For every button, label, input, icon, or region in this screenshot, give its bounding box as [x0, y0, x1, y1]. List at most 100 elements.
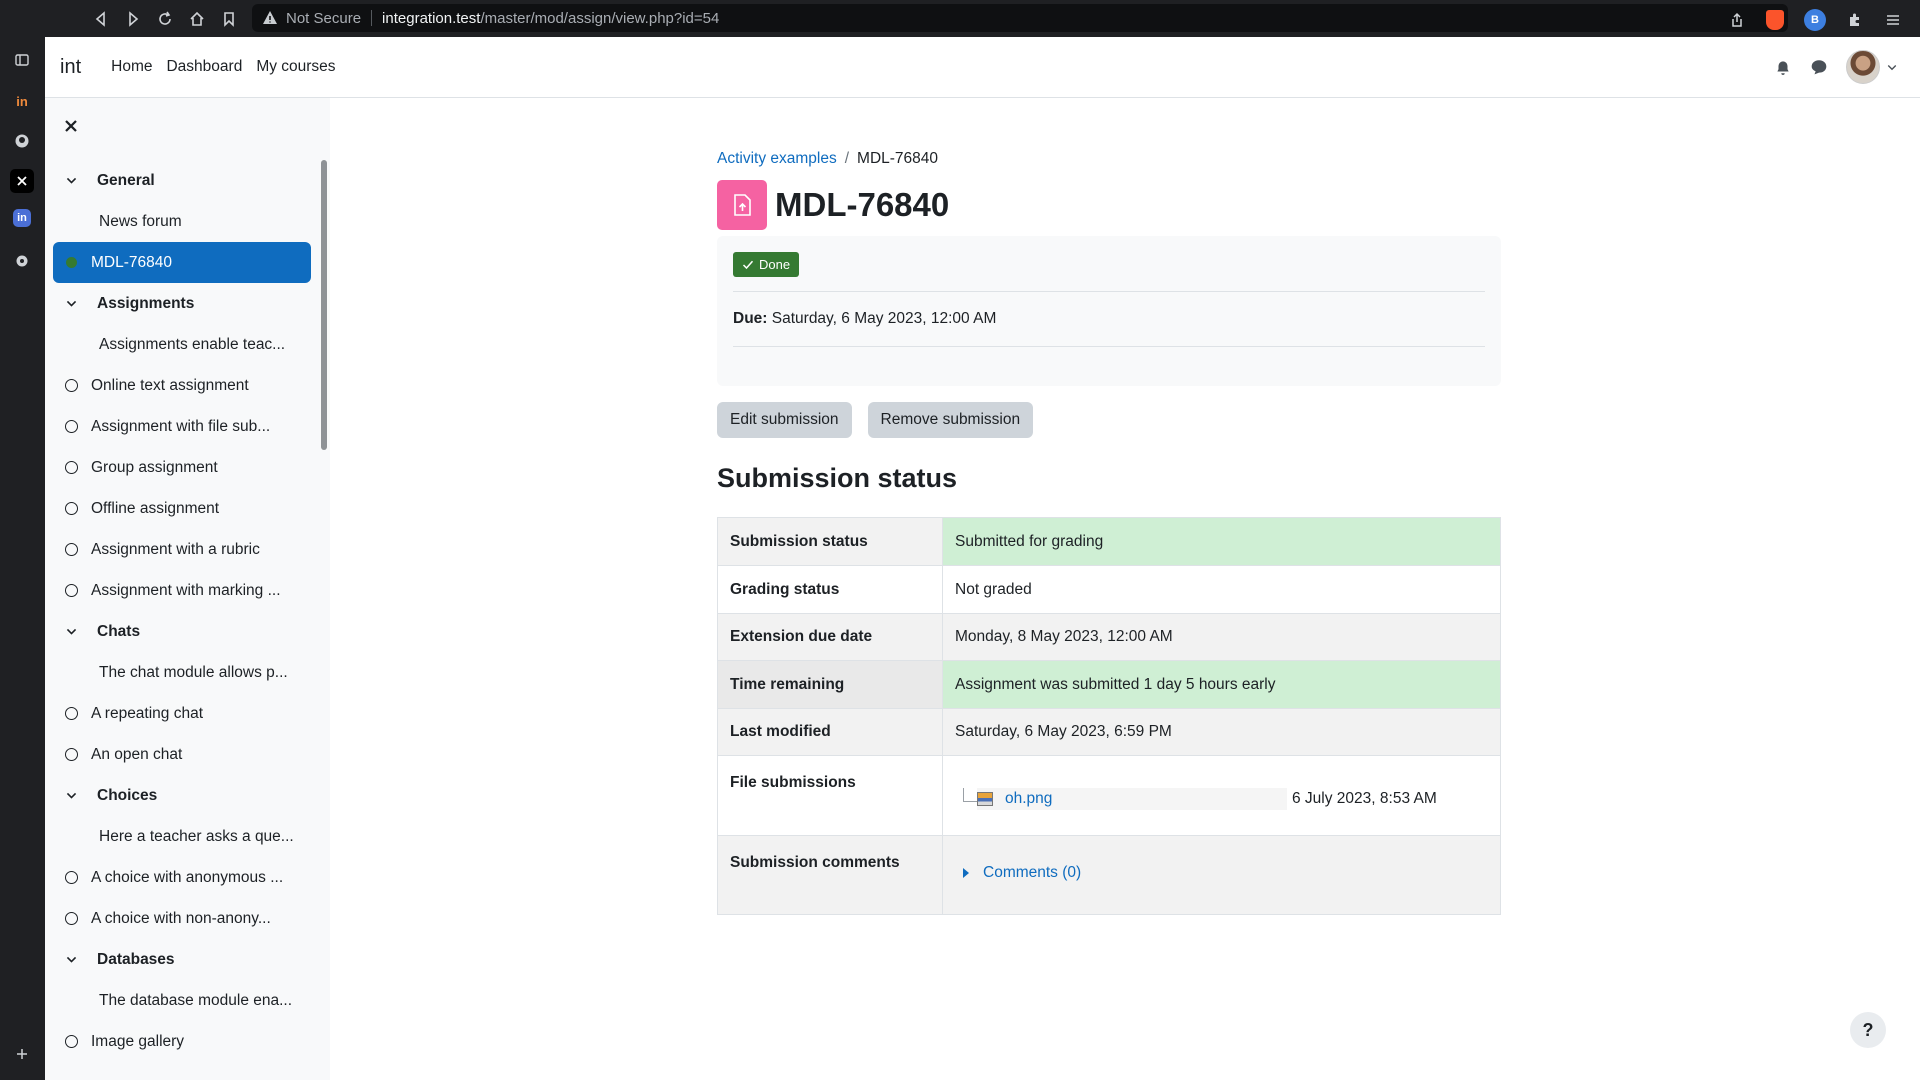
file-link[interactable]: oh.png — [1005, 790, 1052, 808]
due-value: Saturday, 6 May 2023, 12:00 AM — [771, 310, 997, 327]
chevron-down-icon[interactable] — [61, 953, 81, 966]
comments-link[interactable]: Comments (0) — [983, 864, 1081, 882]
course-index-item-label: Choices — [97, 786, 158, 804]
course-index-item[interactable]: A repeating chat — [53, 693, 311, 734]
address-bar[interactable]: Not Secure integration.test/master/mod/a… — [252, 4, 1788, 32]
brave-shield-icon[interactable] — [1766, 10, 1784, 30]
course-index-item[interactable]: Image gallery — [53, 1021, 311, 1062]
extension-badge-icon[interactable]: B — [1804, 9, 1826, 31]
grading-status-value: Not graded — [942, 565, 1501, 614]
menu-icon[interactable] — [1884, 11, 1902, 29]
course-index-item[interactable]: Assignment with file sub... — [53, 406, 311, 447]
url-separator — [371, 10, 373, 26]
course-index-item[interactable]: Assignment with marking ... — [53, 570, 311, 611]
main-content: Activity examples / MDL-76840 MDL-76840 … — [717, 150, 1501, 915]
home-icon[interactable] — [188, 10, 206, 28]
course-index-item[interactable]: Offline assignment — [53, 488, 311, 529]
sidebar-toggle-icon[interactable] — [10, 48, 34, 72]
course-index-item-label: Chats — [97, 622, 141, 640]
course-index-item-label: Offline assignment — [91, 499, 220, 517]
course-index-item[interactable]: A choice with non-anony... — [53, 898, 311, 939]
course-index-item-label: Online text assignment — [91, 376, 249, 394]
add-icon[interactable] — [10, 1042, 34, 1066]
messages-icon[interactable] — [1810, 58, 1828, 76]
app-in-blue-icon[interactable]: in — [13, 209, 31, 227]
breadcrumb-parent-link[interactable]: Activity examples — [717, 150, 837, 170]
file-date: 6 July 2023, 8:53 AM — [1292, 790, 1437, 807]
file-tree-connector — [963, 788, 977, 802]
due-date: Due: Saturday, 6 May 2023, 12:00 AM — [733, 310, 1485, 328]
settings-icon[interactable] — [10, 249, 34, 273]
app-in-orange-icon[interactable]: in — [10, 89, 34, 113]
image-file-icon — [977, 792, 993, 806]
course-index-item[interactable]: An open chat — [53, 734, 311, 775]
chevron-down-icon[interactable] — [61, 789, 81, 802]
course-index-item[interactable]: Here a teacher asks a que... — [53, 816, 311, 857]
course-index-section[interactable]: General — [53, 160, 311, 201]
course-index-item-label: A repeating chat — [91, 704, 204, 722]
course-index-item-label: Assignments enable teac... — [99, 335, 286, 353]
row-label: Grading status — [717, 565, 943, 614]
row-label: Extension due date — [717, 613, 943, 661]
course-index-item[interactable]: The chat module allows p... — [53, 652, 311, 693]
app-rail: in in — [0, 37, 45, 1080]
course-index-drawer: General News forum MDL-76840 Assignments Ass… — [45, 98, 330, 1080]
site-brand[interactable]: int — [60, 56, 81, 79]
help-button[interactable]: ? — [1850, 1012, 1886, 1048]
course-index-item[interactable]: News forum — [53, 201, 311, 242]
course-index-item-active[interactable]: MDL-76840 — [53, 242, 311, 283]
nav-link-home[interactable]: Home — [111, 58, 152, 76]
chevron-down-icon[interactable] — [1886, 61, 1898, 73]
activity-information: Done Due: Saturday, 6 May 2023, 12:00 AM — [717, 236, 1501, 386]
assignment-icon — [717, 180, 767, 230]
bookmark-icon[interactable] — [220, 10, 238, 28]
chevron-down-icon[interactable] — [61, 625, 81, 638]
drawer-scrollbar[interactable] — [321, 160, 327, 450]
course-index-item-label: Assignment with marking ... — [91, 581, 281, 599]
course-index-item-label: Image gallery — [91, 1032, 185, 1050]
security-label: Not Secure — [286, 9, 362, 27]
url-host: integration.test — [382, 9, 481, 27]
forward-icon[interactable] — [124, 10, 142, 28]
submission-status-heading: Submission status — [717, 463, 958, 493]
completion-circle-icon — [65, 871, 78, 884]
remove-submission-button[interactable]: Remove submission — [867, 402, 1034, 438]
user-avatar[interactable] — [1846, 50, 1880, 84]
edit-submission-button[interactable]: Edit submission — [717, 402, 852, 438]
notifications-bell-icon[interactable] — [1774, 58, 1792, 76]
course-index-item[interactable]: The database module ena... — [53, 980, 311, 1021]
course-index-item-label: Group assignment — [91, 458, 218, 476]
extension-due-date-value: Monday, 8 May 2023, 12:00 AM — [942, 613, 1501, 661]
course-index-section[interactable]: Databases — [53, 939, 311, 980]
reload-icon[interactable] — [156, 10, 174, 28]
course-index-section[interactable]: Chats — [53, 611, 311, 652]
completion-circle-icon — [65, 748, 78, 761]
course-index-item[interactable]: Group assignment — [53, 447, 311, 488]
close-drawer-icon[interactable] — [61, 116, 81, 136]
github-icon[interactable] — [10, 129, 34, 153]
breadcrumb-separator: / — [844, 150, 850, 167]
course-index-item[interactable]: Online text assignment — [53, 365, 311, 406]
comments-toggle[interactable]: Comments (0) — [961, 864, 1488, 882]
table-row: Submission comments Comments (0) — [717, 835, 1501, 915]
completion-circle-icon — [65, 502, 78, 515]
table-row: Submission status Submitted for grading — [717, 517, 1501, 566]
nav-link-my-courses[interactable]: My courses — [256, 58, 335, 76]
close-icon[interactable] — [10, 169, 34, 193]
chevron-down-icon[interactable] — [61, 174, 81, 187]
extensions-puzzle-icon[interactable] — [1846, 11, 1864, 29]
completion-circle-icon — [65, 707, 78, 720]
course-index-item[interactable]: Assignments enable teac... — [53, 324, 311, 365]
warning-icon — [263, 11, 277, 24]
submission-status-value: Submitted for grading — [942, 517, 1501, 566]
completion-circle-icon — [65, 543, 78, 556]
course-index-section[interactable]: Choices — [53, 775, 311, 816]
chevron-down-icon[interactable] — [61, 297, 81, 310]
back-icon[interactable] — [92, 10, 110, 28]
course-index-item-label: Assignment with file sub... — [91, 417, 271, 435]
nav-link-dashboard[interactable]: Dashboard — [166, 58, 242, 76]
course-index-item[interactable]: Assignment with a rubric — [53, 529, 311, 570]
course-index-section[interactable]: Assignments — [53, 283, 311, 324]
course-index-item[interactable]: A choice with anonymous ... — [53, 857, 311, 898]
share-icon[interactable] — [1728, 11, 1746, 29]
